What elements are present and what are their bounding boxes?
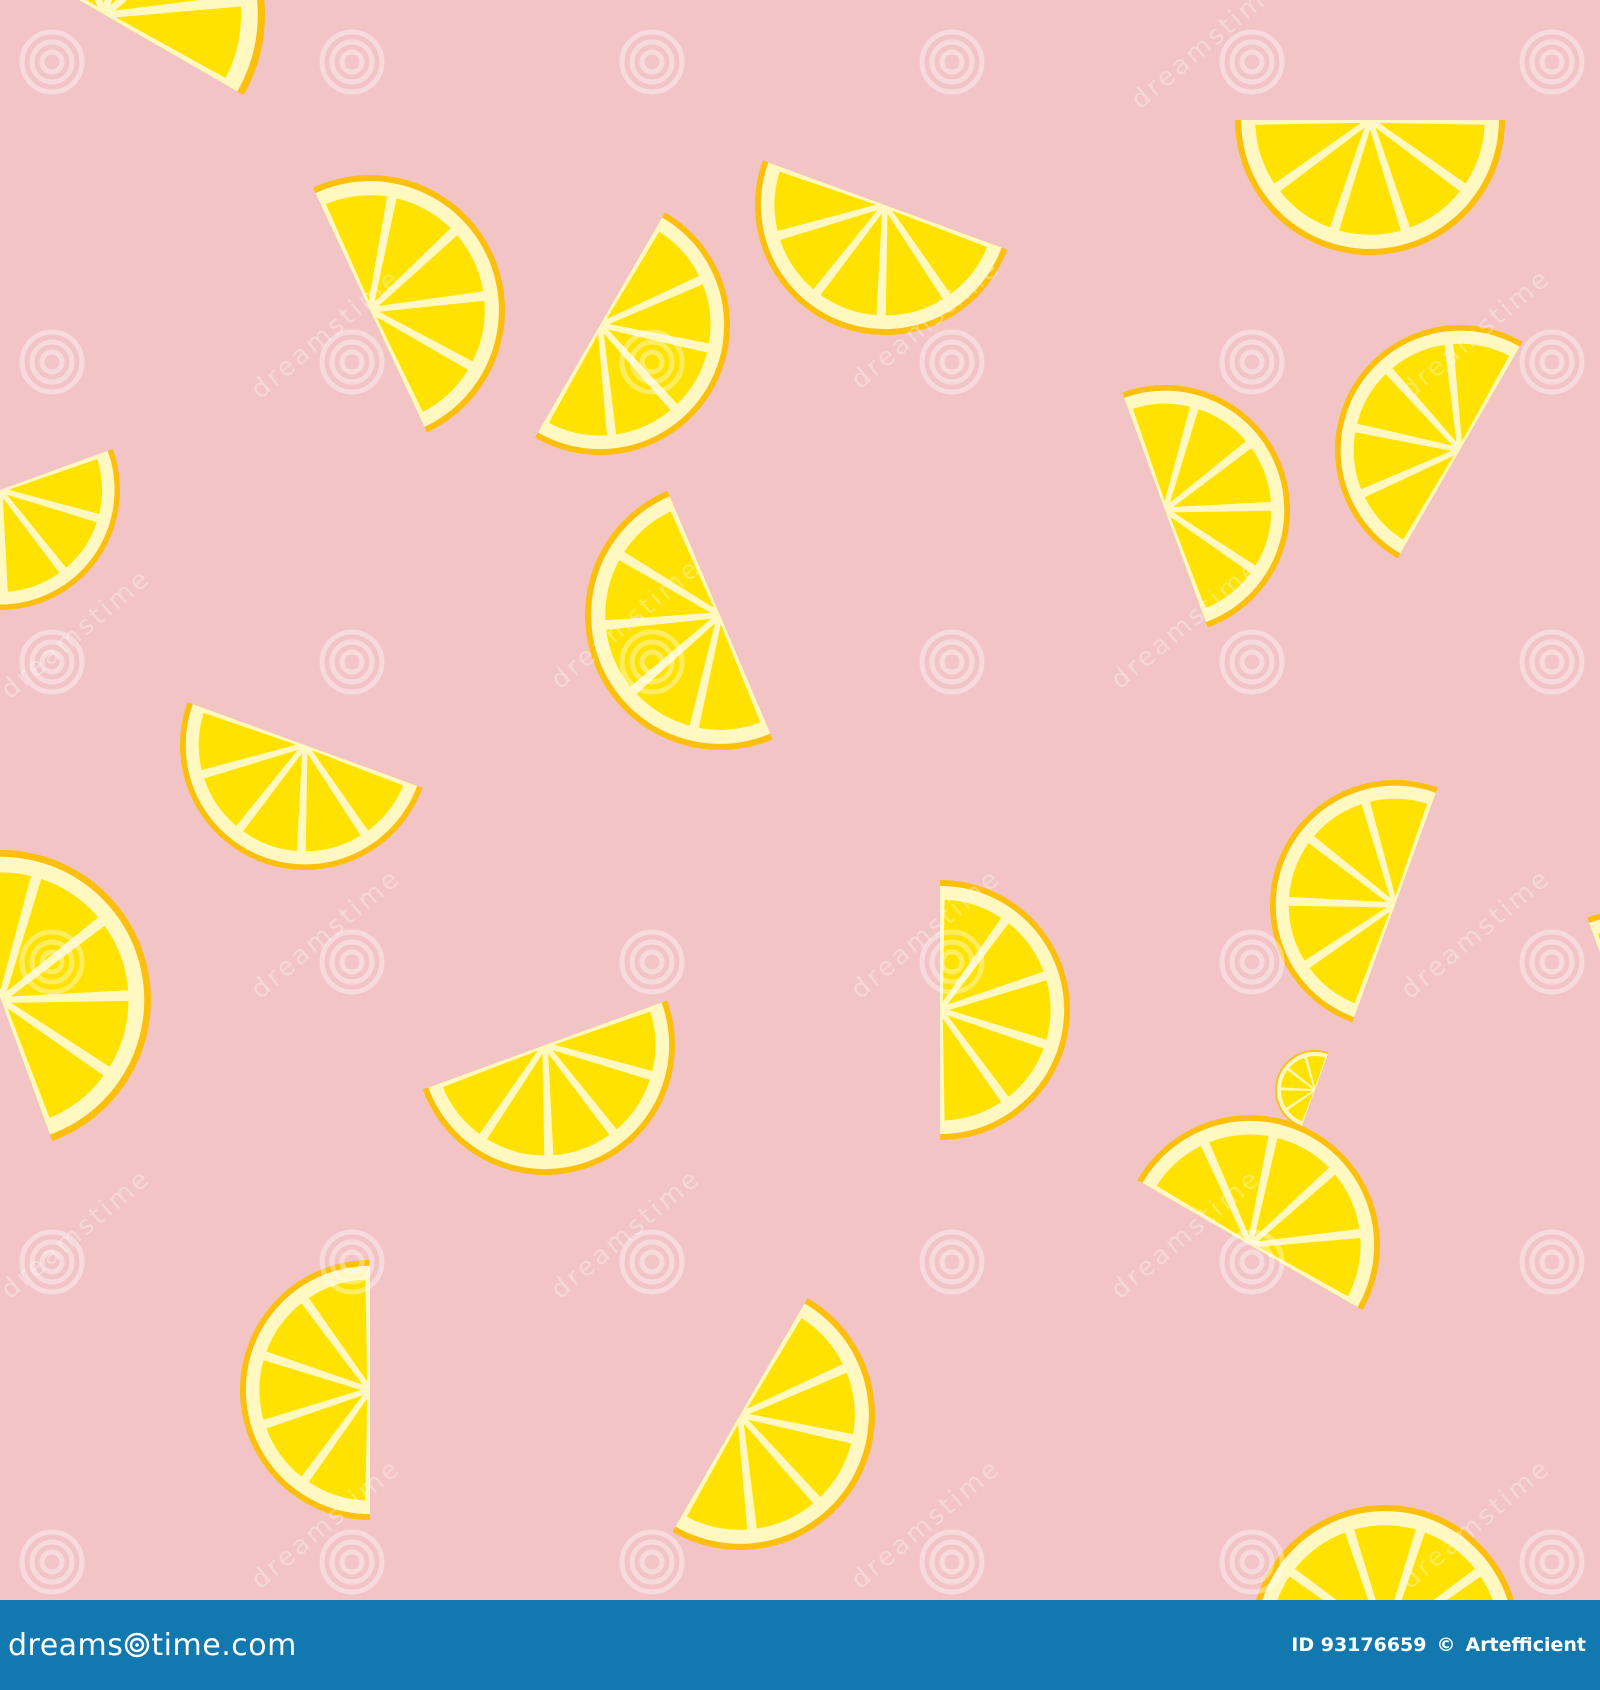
copyright-icon: ©: [1436, 1634, 1456, 1656]
stock-id-label: ID 93176659: [1291, 1634, 1427, 1656]
footer-bar: dreams time.com ID 93176659 © Artefficie…: [0, 1600, 1600, 1690]
image-credit: ID 93176659 © Artefficient: [1291, 1634, 1600, 1656]
logo-suffix: time.com: [151, 1627, 297, 1663]
logo-spiral-icon: [125, 1632, 150, 1658]
stock-image-preview: dreamstime dreamstime dreamstime dreamstime…: [0, 0, 1600, 1690]
logo-prefix: dreams: [8, 1627, 124, 1663]
lemon-pattern-canvas: [0, 0, 1600, 1600]
dreamstime-logo[interactable]: dreams time.com: [8, 1628, 297, 1663]
author-name[interactable]: Artefficient: [1465, 1634, 1586, 1656]
lemon-pattern: [0, 0, 1600, 1600]
